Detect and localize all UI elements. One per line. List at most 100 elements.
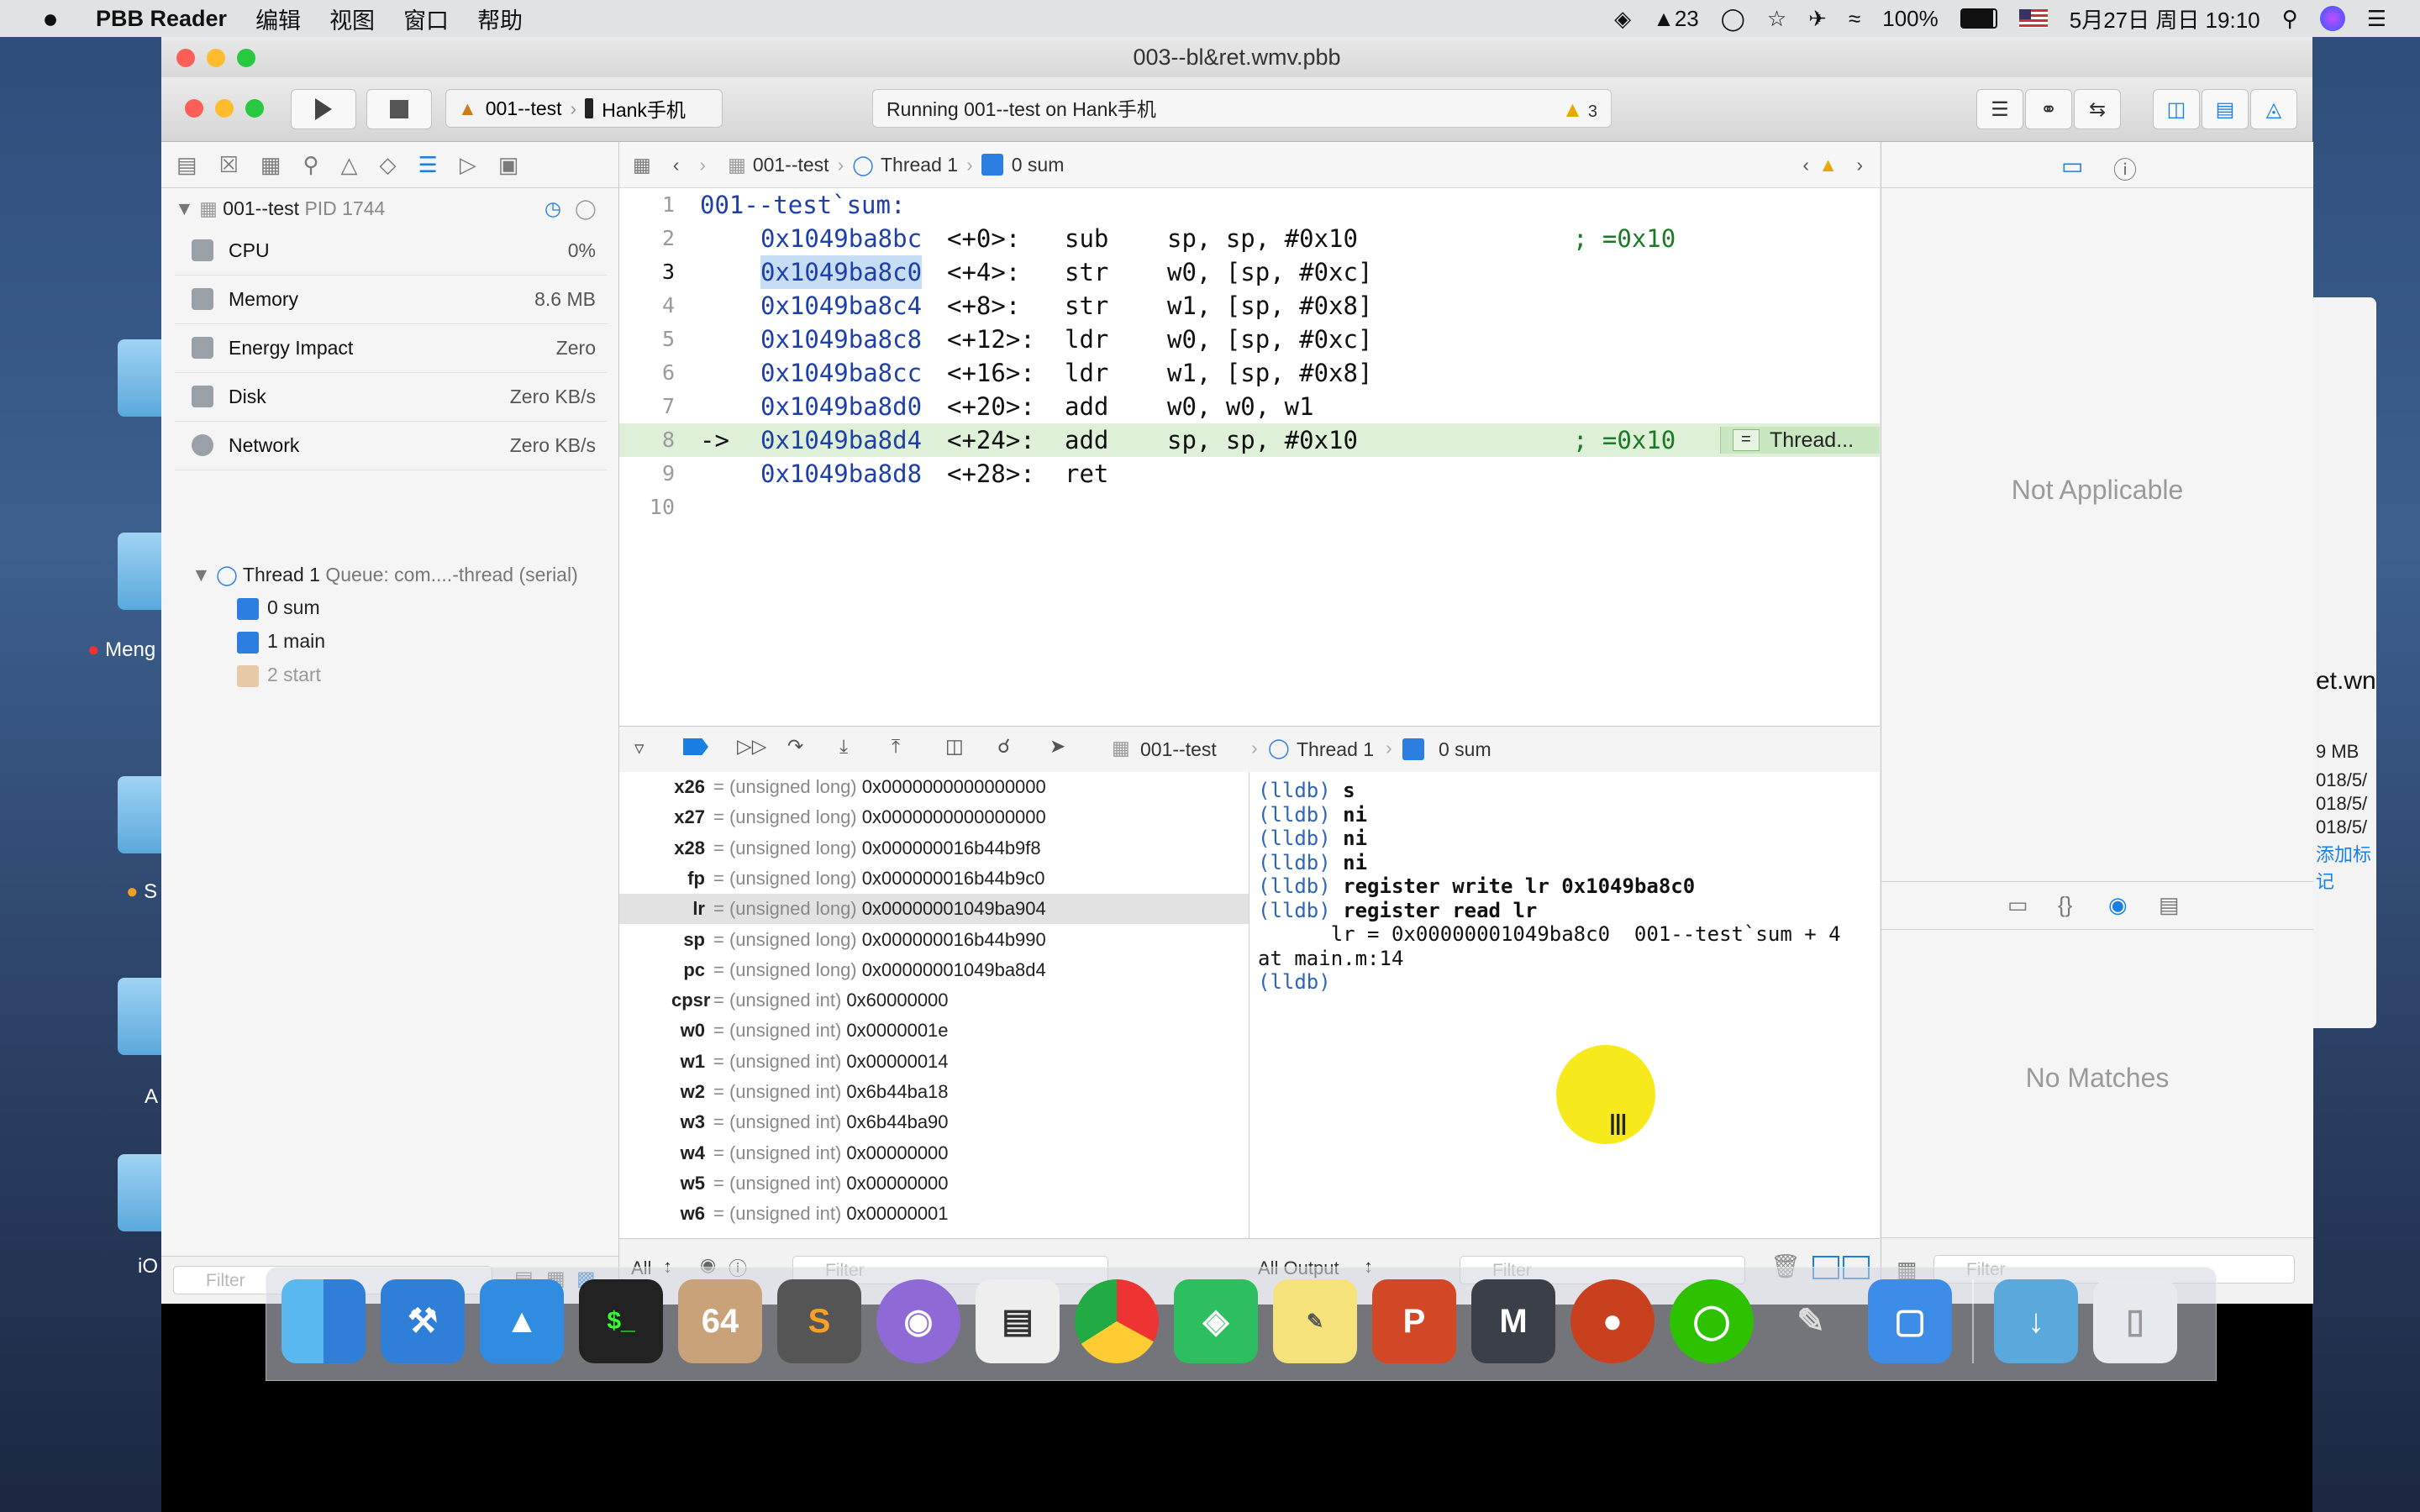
code-line[interactable]: 7 0x1049ba8d0 <+20>: add w0, w0, w1 xyxy=(619,390,1880,423)
thread-indicator-badge[interactable]: = Thread... xyxy=(1720,427,1880,454)
star-icon[interactable]: ☆ xyxy=(1767,6,1786,32)
warning-icon[interactable]: ▲ xyxy=(1818,154,1838,176)
step-out-icon[interactable]: ⤒ xyxy=(892,735,900,758)
wechat-app-icon[interactable]: ◯ xyxy=(1670,1279,1754,1363)
variable-row[interactable]: lr = (unsigned long) 0x00000001049ba904 xyxy=(619,894,1249,925)
symbol-icon[interactable]: ▦ xyxy=(260,152,281,178)
search-icon[interactable]: ⚲ xyxy=(302,152,318,178)
xcode-close-button[interactable] xyxy=(185,99,203,118)
code-line[interactable]: 2 0x1049ba8bc <+0>: sub sp, sp, #0x10 ; =0x10 xyxy=(619,222,1880,255)
folder-icon[interactable]: ▤ xyxy=(176,152,197,178)
powerpoint-app-icon[interactable]: P xyxy=(1372,1279,1456,1363)
breakpoint-icon[interactable]: ▷ xyxy=(460,152,476,178)
variable-row[interactable]: sp = (unsigned long) 0x000000016b44b990 xyxy=(619,925,1249,955)
gauge-memory[interactable]: Memory 8.6 MB xyxy=(175,275,608,324)
variable-row[interactable]: w4 = (unsigned int) 0x00000000 xyxy=(619,1138,1249,1168)
jump-thread[interactable]: Thread 1 xyxy=(881,154,958,176)
object-library-icon[interactable]: ◉ xyxy=(2108,892,2128,918)
simulate-location-icon[interactable]: ➤ xyxy=(1050,735,1065,758)
menu-app-name[interactable]: PBB Reader xyxy=(96,6,227,32)
variable-row[interactable]: w6 = (unsigned int) 0x00000001 xyxy=(619,1199,1249,1229)
variable-row[interactable]: w5 = (unsigned int) 0x00000000 xyxy=(619,1168,1249,1199)
disclosure-triangle-icon[interactable]: ▼ xyxy=(192,564,211,585)
previous-issue-icon[interactable]: ‹ xyxy=(1802,154,1809,176)
menu-item-edit[interactable]: 编辑 xyxy=(255,3,301,35)
code-line[interactable]: 6 0x1049ba8cc <+16>: ldr w1, [sp, #0x8] xyxy=(619,356,1880,390)
next-issue-icon[interactable]: › xyxy=(1856,154,1863,176)
back-arrow-icon[interactable]: ‹ xyxy=(673,154,680,176)
code-line[interactable]: 10 xyxy=(619,491,1880,524)
script-editor-app-icon[interactable]: ✎ xyxy=(1769,1279,1853,1363)
window-zoom-button[interactable] xyxy=(237,49,255,67)
xcode-app-icon[interactable]: ⚒ xyxy=(381,1279,465,1363)
step-into-icon[interactable]: ⤓ xyxy=(839,735,848,758)
media-library-icon[interactable]: ▤ xyxy=(2159,892,2180,918)
step-over-icon[interactable]: ↷ xyxy=(787,735,803,758)
thread-row[interactable]: ▼ ◯ Thread 1 Queue: com....-thread (seri… xyxy=(192,564,578,586)
variable-row[interactable]: x27 = (unsigned long) 0x0000000000000000 xyxy=(619,802,1249,832)
memory-graph-icon[interactable]: ☌ xyxy=(997,735,1010,758)
jump-project[interactable]: 001--test xyxy=(753,154,829,176)
jump-frame[interactable]: 0 sum xyxy=(1012,154,1065,176)
variable-row[interactable]: w0 = (unsigned int) 0x0000001e xyxy=(619,1016,1249,1046)
warning-indicator[interactable]: ▲ 3 xyxy=(1562,90,1597,131)
hide-debug-area-icon[interactable]: ▿ xyxy=(634,737,644,759)
stack-frame-row[interactable]: 0 sum xyxy=(237,596,320,620)
xcode-minimize-button[interactable] xyxy=(215,99,234,118)
process-row[interactable]: ▼ ▦ 001--test PID 1744 ◷ ◯ xyxy=(175,197,597,220)
scheme-selector[interactable]: ▲ 001--test › Hank手机 xyxy=(445,89,723,128)
window-minimize-button[interactable] xyxy=(207,49,225,67)
siri-icon[interactable] xyxy=(2319,6,2345,31)
debug-jump-thread[interactable]: Thread 1 xyxy=(1297,738,1374,761)
pbb-app-icon[interactable]: 64 xyxy=(678,1279,762,1363)
airplane-icon[interactable]: ✈ xyxy=(1808,6,1827,32)
keynote-app-icon[interactable]: ▢ xyxy=(1868,1279,1952,1363)
view-hierarchy-icon[interactable]: ◫ xyxy=(945,735,964,758)
terminal-app-icon[interactable]: $_ xyxy=(579,1279,663,1363)
debug-jump-frame[interactable]: 0 sum xyxy=(1439,738,1491,761)
disclosure-triangle-icon[interactable]: ▼ xyxy=(175,197,194,219)
chrome-app-icon[interactable] xyxy=(1075,1279,1159,1363)
variable-row[interactable]: fp = (unsigned long) 0x000000016b44b9c0 xyxy=(619,864,1249,894)
variable-row[interactable]: x26 = (unsigned long) 0x0000000000000000 xyxy=(619,772,1249,802)
run-button[interactable] xyxy=(291,89,356,129)
xcode-zoom-button[interactable] xyxy=(245,99,264,118)
stickies-app-icon[interactable]: ✎ xyxy=(1273,1279,1357,1363)
toggle-debug-area-button[interactable]: ▤ xyxy=(2202,89,2249,129)
gauge-cpu[interactable]: CPU 0% xyxy=(175,226,608,276)
variable-row[interactable]: x28 = (unsigned long) 0x000000016b44b9f8 xyxy=(619,833,1249,864)
code-line[interactable]: 4 0x1049ba8c4 <+8>: str w1, [sp, #0x8] xyxy=(619,289,1880,323)
apple-icon[interactable]: ● xyxy=(34,2,67,35)
apple-app-icon[interactable]: ● xyxy=(1570,1279,1655,1363)
assistant-editor-button[interactable]: ⚭ xyxy=(2025,89,2072,129)
sublime-text-app-icon[interactable]: S xyxy=(777,1279,861,1363)
gauge-energy[interactable]: Energy Impact Zero xyxy=(175,323,608,373)
github-app-icon[interactable]: ◉ xyxy=(876,1279,960,1363)
forward-arrow-icon[interactable]: › xyxy=(699,154,706,176)
menu-item-window[interactable]: 窗口 xyxy=(403,3,449,35)
menu-item-help[interactable]: 帮助 xyxy=(477,3,523,35)
finder-app-icon[interactable] xyxy=(281,1279,366,1363)
code-line[interactable]: 1 001--test`sum: xyxy=(619,188,1880,222)
lldb-console[interactable]: (lldb) s (lldb) ni (lldb) ni (lldb) ni (lldb… xyxy=(1249,772,1880,1238)
battery-icon[interactable] xyxy=(1960,8,1997,29)
variable-row[interactable]: cpsr = (unsigned int) 0x60000000 xyxy=(619,985,1249,1016)
screenshot-app-icon[interactable]: M xyxy=(1471,1279,1555,1363)
toggle-navigator-button[interactable]: ◫ xyxy=(2153,89,2200,129)
issue-warning-icon[interactable]: △ xyxy=(341,152,358,178)
gauge-network[interactable]: Network Zero KB/s xyxy=(175,421,608,470)
breakpoints-toggle-icon[interactable] xyxy=(683,738,708,755)
trash-icon[interactable]: ▯ xyxy=(2093,1279,2177,1363)
test-diamond-icon[interactable]: ◇ xyxy=(380,152,397,178)
standard-editor-button[interactable]: ☰ xyxy=(1976,89,2023,129)
variable-row[interactable]: w1 = (unsigned int) 0x00000014 xyxy=(619,1047,1249,1077)
code-line[interactable]: 9 0x1049ba8d8 <+28>: ret xyxy=(619,457,1880,491)
disassembly-code[interactable]: 1 001--test`sum: 2 0x1049ba8bc <+0>: sub sp, … xyxy=(619,188,1880,726)
variable-row[interactable]: w3 = (unsigned int) 0x6b44ba90 xyxy=(619,1107,1249,1137)
stack-frame-row[interactable]: 1 main xyxy=(237,630,325,654)
gauge-disk[interactable]: Disk Zero KB/s xyxy=(175,372,608,422)
battery-label[interactable]: 100% xyxy=(1882,6,1939,32)
gauge-toggle-icon[interactable]: ◷ xyxy=(544,197,561,220)
clock[interactable]: 5月27日 周日 19:10 xyxy=(2070,3,2260,34)
spotlight-search-icon[interactable]: ⚲ xyxy=(2282,6,2298,32)
